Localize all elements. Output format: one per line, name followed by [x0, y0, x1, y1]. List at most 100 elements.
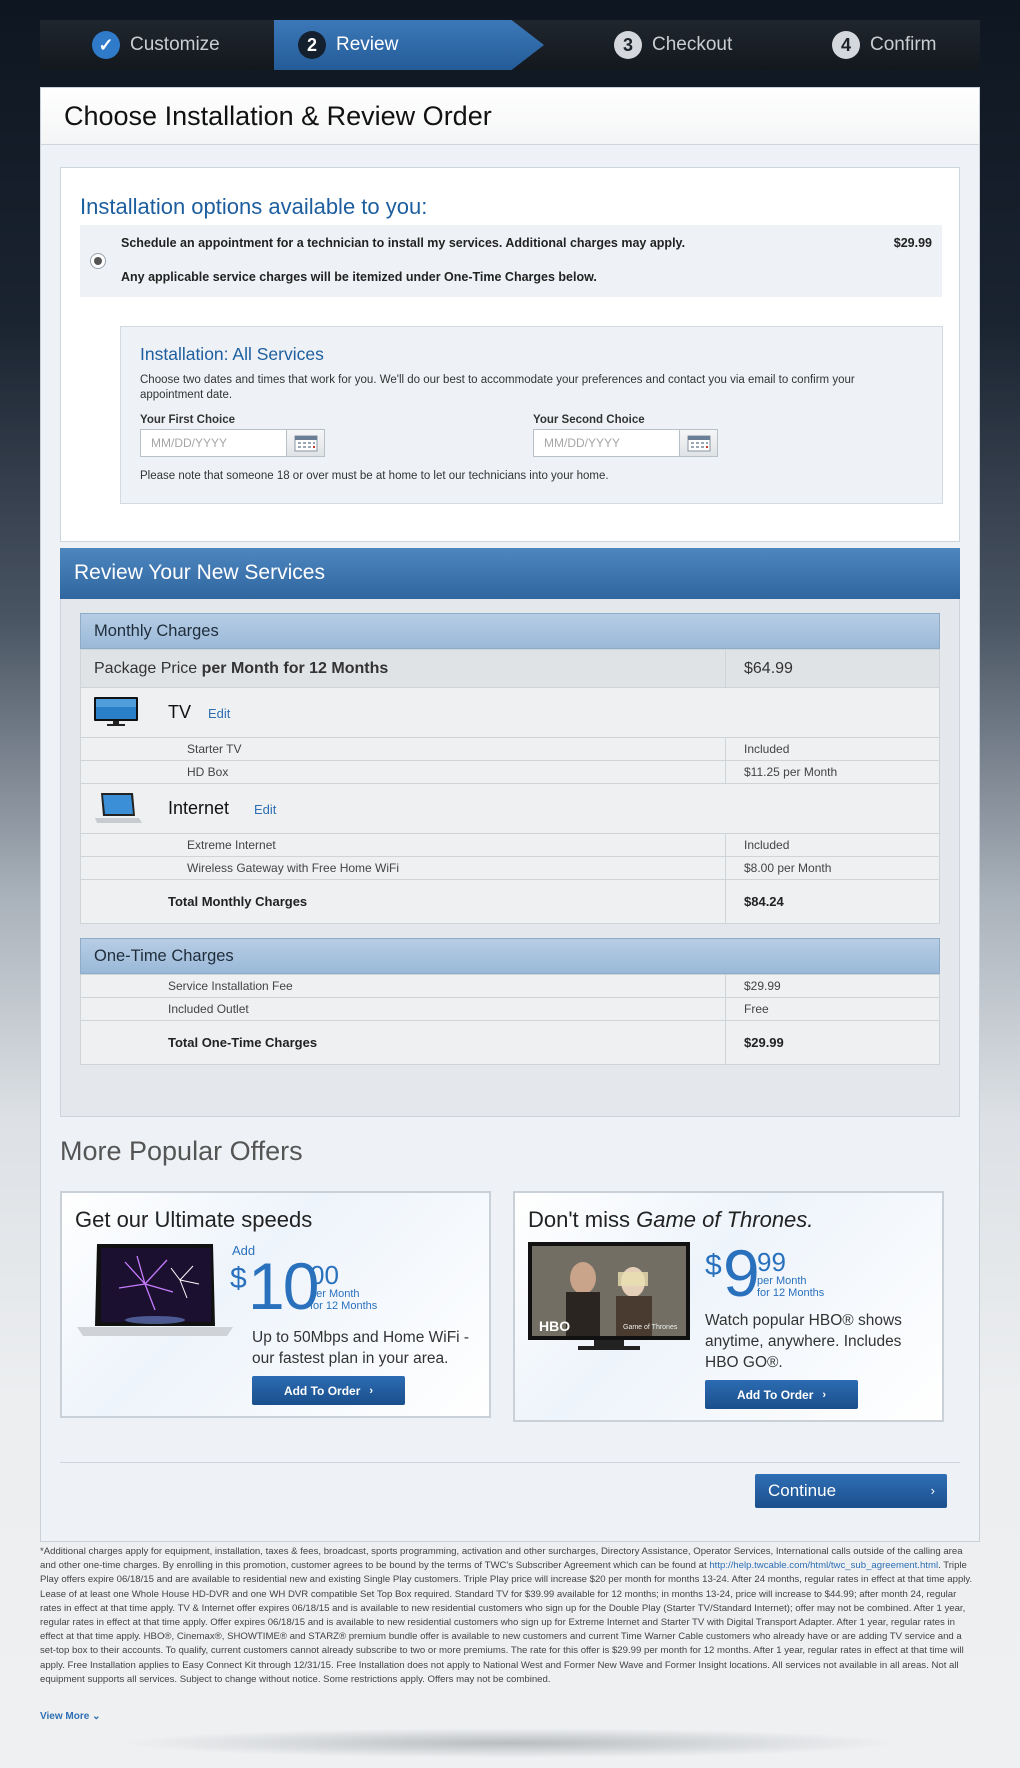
- internet-category: Internet Edit: [80, 783, 940, 834]
- line-item-name: Wireless Gateway with Free Home WiFi: [80, 856, 726, 880]
- main-panel: Choose Installation & Review Order Insta…: [40, 87, 980, 1542]
- step-label: Checkout: [652, 34, 733, 55]
- offer-description-2: anytime, anywhere. Includes: [705, 1333, 902, 1350]
- calendar-icon[interactable]: [679, 430, 717, 456]
- tv-edit-link[interactable]: Edit: [208, 706, 230, 721]
- tv-image: [528, 1242, 690, 1359]
- offers-title: More Popular Offers: [60, 1136, 303, 1166]
- line-item-row: Included Outlet Free: [80, 997, 940, 1021]
- add-to-order-button[interactable]: Add To Order ›: [252, 1376, 405, 1405]
- offer-description-1: Watch popular HBO® shows: [705, 1312, 902, 1329]
- chevron-down-icon: ⌄: [92, 1711, 101, 1722]
- line-item-row: Wireless Gateway with Free Home WiFi $8.…: [80, 856, 940, 880]
- fine-print: *Additional charges apply for equipment,…: [40, 1546, 973, 1685]
- price-term-1: per Month: [757, 1275, 807, 1287]
- second-choice-date-input[interactable]: [534, 430, 676, 456]
- total-monthly-value: $84.24: [725, 879, 940, 924]
- price-cents: 99: [757, 1247, 786, 1277]
- offer-title: Don't miss Game of Thrones.: [528, 1207, 814, 1232]
- total-onetime-label: Total One-Time Charges: [80, 1020, 726, 1065]
- subscriber-agreement-link[interactable]: http://help.twcable.com/html/twc_sub_agr…: [709, 1560, 938, 1571]
- continue-button[interactable]: Continue ›: [755, 1474, 947, 1508]
- offer-description-2: our fastest plan in your area.: [252, 1350, 449, 1367]
- price-whole: 9: [723, 1236, 760, 1310]
- step-number: 4: [832, 31, 860, 59]
- review-heading: Review Your New Services: [60, 548, 960, 599]
- laptop-image: [75, 1240, 235, 1345]
- offer-ultimate-speeds: Get our Ultimate speeds Add $ 10 00 per …: [60, 1191, 491, 1418]
- total-monthly-row: Total Monthly Charges $84.24: [80, 879, 940, 924]
- first-choice-date-input[interactable]: [141, 430, 283, 456]
- chevron-right-icon: ›: [930, 1483, 935, 1498]
- line-item-price: Free: [725, 997, 940, 1021]
- page-title: Choose Installation & Review Order: [41, 88, 979, 145]
- package-price-value: $64.99: [725, 649, 940, 688]
- step-number: 3: [614, 31, 642, 59]
- check-icon: ✓: [92, 31, 120, 59]
- schedule-description: Choose two dates and times that work for…: [140, 374, 855, 401]
- step-number: 2: [298, 31, 326, 59]
- offer-game-of-thrones: Don't miss Game of Thrones. HBO Game of …: [513, 1191, 944, 1422]
- installation-option[interactable]: Schedule an appointment for a technician…: [80, 225, 942, 297]
- line-item-name: Service Installation Fee: [80, 974, 726, 998]
- price-dollar: $: [705, 1249, 722, 1282]
- line-item-name: Extreme Internet: [80, 833, 726, 857]
- offer-description-3: HBO GO®.: [705, 1354, 783, 1371]
- tv-icon: [93, 696, 139, 729]
- price-dollar: $: [230, 1262, 247, 1295]
- line-item-row: Starter TV Included: [80, 737, 940, 761]
- view-more-link[interactable]: View More ⌄: [40, 1711, 100, 1722]
- tv-category-row: TV Edit: [80, 687, 940, 738]
- line-item-price: Included: [725, 737, 940, 761]
- second-choice-date-field: [533, 429, 718, 457]
- onetime-charges-table: Service Installation Fee $29.99 Included…: [80, 974, 940, 1065]
- installation-title: Installation options available to you:: [80, 194, 428, 219]
- radio-button[interactable]: [90, 253, 106, 269]
- option-price: $29.99: [893, 236, 932, 250]
- step-label: Confirm: [870, 34, 937, 55]
- price-whole: 10: [248, 1249, 319, 1323]
- total-onetime-value: $29.99: [725, 1020, 940, 1065]
- line-item-row: HD Box $11.25 per Month: [80, 760, 940, 784]
- tv-category: TV Edit: [80, 687, 940, 738]
- schedule-title: Installation: All Services: [140, 344, 324, 364]
- total-onetime-row: Total One-Time Charges $29.99: [80, 1020, 940, 1065]
- hbo-logo: HBO: [539, 1318, 571, 1334]
- line-item-price: $8.00 per Month: [725, 856, 940, 880]
- offer-description-1: Up to 50Mbps and Home WiFi -: [252, 1329, 470, 1346]
- show-logo: Game of Thrones: [623, 1324, 678, 1331]
- line-item-row: Extreme Internet Included: [80, 833, 940, 857]
- installation-section: Installation options available to you: S…: [60, 167, 960, 542]
- schedule-note: Please note that someone 18 or over must…: [140, 470, 609, 482]
- line-item-name: Starter TV: [80, 737, 726, 761]
- onetime-charges-heading: One-Time Charges: [80, 938, 940, 974]
- monthly-charges-table: Package Price per Month for 12 Months $6…: [80, 649, 940, 924]
- line-item-price: $11.25 per Month: [725, 760, 940, 784]
- chevron-right-icon: ›: [369, 1384, 374, 1397]
- price-term-1: per Month: [310, 1288, 360, 1300]
- tv-label: TV: [168, 702, 192, 722]
- price-cents: 00: [310, 1260, 339, 1290]
- step-review: 2 Review: [274, 20, 544, 70]
- divider: [60, 1462, 960, 1463]
- review-section: Monthly Charges Package Price per Month …: [60, 599, 960, 1117]
- internet-label: Internet: [168, 798, 230, 818]
- decorative-shadow: [120, 1728, 900, 1758]
- line-item-price: $29.99: [725, 974, 940, 998]
- package-price-label: Package Price per Month for 12 Months: [80, 649, 726, 688]
- laptop-icon: [93, 790, 143, 829]
- line-item-row: Service Installation Fee $29.99: [80, 974, 940, 998]
- monthly-charges-heading: Monthly Charges: [80, 613, 940, 649]
- calendar-icon[interactable]: [286, 430, 324, 456]
- step-confirm: 4 Confirm: [832, 31, 937, 59]
- internet-edit-link[interactable]: Edit: [254, 802, 276, 817]
- step-label: Review: [336, 34, 399, 55]
- step-customize[interactable]: ✓ Customize: [92, 31, 220, 59]
- price-term-2: for 12 Months: [757, 1287, 825, 1299]
- line-item-name: Included Outlet: [80, 997, 726, 1021]
- chevron-right-icon: ›: [822, 1388, 827, 1401]
- step-label: Customize: [130, 34, 220, 55]
- option-note: Any applicable service charges will be i…: [121, 270, 597, 284]
- progress-steps: ✓ Customize 2 Review 3 Checkout 4 Confir…: [40, 20, 980, 70]
- add-to-order-button[interactable]: Add To Order ›: [705, 1380, 858, 1409]
